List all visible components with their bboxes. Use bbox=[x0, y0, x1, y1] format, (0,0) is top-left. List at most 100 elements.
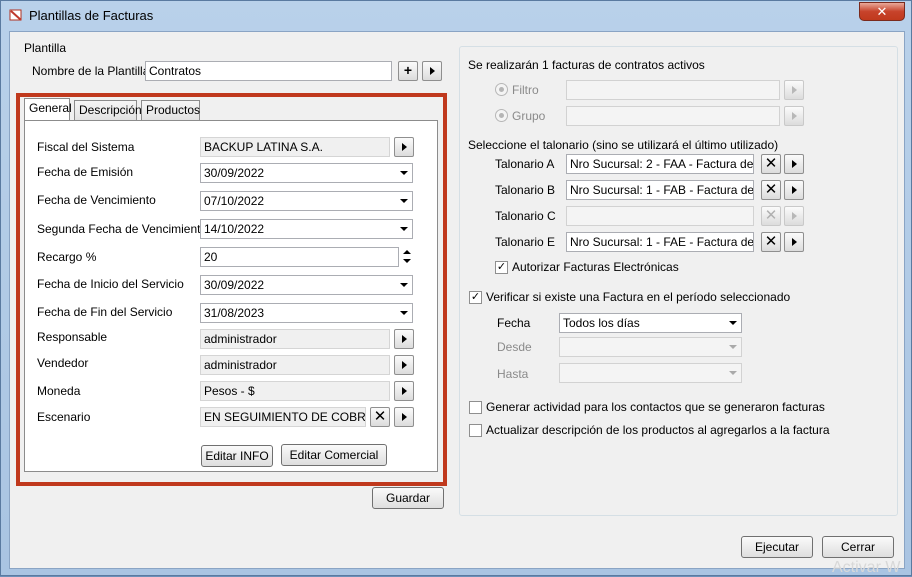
escenario-select-button[interactable] bbox=[394, 407, 414, 427]
vencimiento-date-picker[interactable]: 07/10/2022 bbox=[200, 191, 413, 211]
autorizar-label: Autorizar Facturas Electrónicas bbox=[512, 260, 679, 274]
talonario-c-label: Talonario C bbox=[495, 209, 556, 223]
recargo-label: Recargo % bbox=[37, 250, 97, 264]
vencimiento-label: Fecha de Vencimiento bbox=[37, 193, 156, 207]
talonario-b-select-button[interactable] bbox=[784, 180, 804, 200]
verificar-checkbox[interactable]: ✓ bbox=[469, 291, 482, 304]
emision-date-picker[interactable]: 30/09/2022 bbox=[200, 163, 413, 183]
play-icon bbox=[401, 361, 407, 369]
activation-watermark: Activar W bbox=[832, 559, 901, 576]
fin-value: 31/08/2023 bbox=[204, 306, 265, 320]
responsable-select-button[interactable] bbox=[394, 329, 414, 349]
tab-descripcion[interactable]: Descripción bbox=[74, 100, 142, 120]
talonario-c-select-button[interactable] bbox=[784, 206, 804, 226]
emision-value: 30/09/2022 bbox=[204, 166, 265, 180]
talonario-c-clear-button[interactable]: ✕ bbox=[761, 206, 781, 226]
talonario-a-clear-button[interactable]: ✕ bbox=[761, 154, 781, 174]
filtro-radio[interactable] bbox=[495, 83, 508, 96]
inicio-servicio-label: Fecha de Inicio del Servicio bbox=[37, 277, 184, 291]
recargo-stepper[interactable] bbox=[400, 247, 414, 267]
close-icon: ✕ bbox=[764, 207, 778, 224]
guardar-button[interactable]: Guardar bbox=[372, 487, 444, 509]
vencimiento-value: 07/10/2022 bbox=[204, 194, 265, 208]
close-icon: ✕ bbox=[764, 155, 778, 172]
editar-comercial-button[interactable]: Editar Comercial bbox=[281, 444, 387, 466]
inicio-servicio-date-picker[interactable]: 30/09/2022 bbox=[200, 275, 413, 295]
stepper-down-icon[interactable] bbox=[403, 259, 411, 263]
tab-strip: General Descripción Productos bbox=[24, 98, 444, 122]
chevron-down-icon bbox=[729, 321, 737, 325]
tab-productos[interactable]: Productos bbox=[141, 100, 200, 120]
talonario-a-select-button[interactable] bbox=[784, 154, 804, 174]
talonario-b-clear-button[interactable]: ✕ bbox=[761, 180, 781, 200]
close-icon: ✕ bbox=[373, 408, 387, 425]
chevron-down-icon bbox=[400, 199, 408, 203]
moneda-label: Moneda bbox=[37, 384, 81, 398]
close-icon: ✕ bbox=[764, 181, 778, 198]
fiscal-label: Fiscal del Sistema bbox=[37, 140, 135, 154]
hasta-date-picker[interactable] bbox=[559, 363, 742, 383]
chevron-down-icon bbox=[400, 171, 408, 175]
grupo-select-button[interactable] bbox=[784, 106, 804, 126]
cerrar-button[interactable]: Cerrar bbox=[822, 536, 894, 558]
talonario-a-label: Talonario A bbox=[495, 157, 555, 171]
close-icon: ✕ bbox=[764, 233, 778, 250]
recargo-input[interactable]: 20 bbox=[200, 247, 399, 267]
play-icon bbox=[791, 186, 797, 194]
fecha-label: Fecha bbox=[497, 316, 531, 330]
chevron-down-icon bbox=[729, 371, 737, 375]
grupo-radio[interactable] bbox=[495, 109, 508, 122]
inicio-value: 30/09/2022 bbox=[204, 278, 265, 292]
talonario-header: Seleccione el talonario (sino se utiliza… bbox=[468, 138, 779, 152]
fiscal-select-button[interactable] bbox=[394, 137, 414, 157]
editar-info-button[interactable]: Editar INFO bbox=[201, 445, 273, 467]
vendedor-select-button[interactable] bbox=[394, 355, 414, 375]
chevron-down-icon bbox=[400, 283, 408, 287]
ejecutar-button[interactable]: Ejecutar bbox=[741, 536, 813, 558]
verificar-label: Verificar si existe una Factura en el pe… bbox=[486, 290, 791, 304]
checkmark-icon: ✓ bbox=[496, 261, 507, 273]
fecha-dropdown[interactable]: Todos los días bbox=[559, 313, 742, 333]
filtro-label: Filtro bbox=[512, 83, 539, 97]
stepper-up-icon[interactable] bbox=[403, 250, 411, 254]
chevron-down-icon bbox=[729, 345, 737, 349]
generar-checkbox[interactable] bbox=[469, 401, 482, 414]
talonario-c-field bbox=[566, 206, 754, 226]
chevron-down-icon bbox=[400, 311, 408, 315]
segunda-vencimiento-label: Segunda Fecha de Vencimiento bbox=[37, 222, 208, 236]
responsable-field: administrador bbox=[200, 329, 390, 349]
play-icon bbox=[791, 238, 797, 246]
add-template-button[interactable]: + bbox=[398, 61, 418, 81]
grupo-field bbox=[566, 106, 780, 126]
talonario-e-clear-button[interactable]: ✕ bbox=[761, 232, 781, 252]
filtro-field bbox=[566, 80, 780, 100]
window-close-button[interactable]: ✕ bbox=[859, 2, 905, 21]
fin-servicio-date-picker[interactable]: 31/08/2023 bbox=[200, 303, 413, 323]
actualizar-checkbox[interactable] bbox=[469, 424, 482, 437]
vendedor-label: Vendedor bbox=[37, 356, 89, 370]
tab-general[interactable]: General bbox=[24, 98, 72, 120]
desde-date-picker[interactable] bbox=[559, 337, 742, 357]
fecha-value: Todos los días bbox=[563, 316, 640, 330]
play-icon bbox=[791, 112, 797, 120]
fiscal-field: BACKUP LATINA S.A. bbox=[200, 137, 390, 157]
play-icon bbox=[791, 212, 797, 220]
escenario-clear-button[interactable]: ✕ bbox=[370, 407, 390, 427]
play-icon bbox=[429, 67, 435, 75]
segunda-vencimiento-date-picker[interactable]: 14/10/2022 bbox=[200, 219, 413, 239]
template-name-input[interactable]: Contratos bbox=[145, 61, 392, 81]
vendedor-field: administrador bbox=[200, 355, 390, 375]
checkmark-icon: ✓ bbox=[470, 291, 481, 303]
template-options-button[interactable] bbox=[422, 61, 442, 81]
talonario-e-select-button[interactable] bbox=[784, 232, 804, 252]
main-window: Plantillas de Facturas ✕ Plantilla Nombr… bbox=[0, 0, 912, 576]
autorizar-checkbox[interactable]: ✓ bbox=[495, 261, 508, 274]
moneda-select-button[interactable] bbox=[394, 381, 414, 401]
escenario-field: EN SEGUIMIENTO DE COBRAN bbox=[200, 407, 366, 427]
play-icon bbox=[791, 160, 797, 168]
client-area: Plantilla Nombre de la Plantilla Contrat… bbox=[9, 31, 905, 576]
moneda-field: Pesos - $ bbox=[200, 381, 390, 401]
play-icon bbox=[791, 86, 797, 94]
filtro-select-button[interactable] bbox=[784, 80, 804, 100]
escenario-label: Escenario bbox=[37, 410, 91, 424]
